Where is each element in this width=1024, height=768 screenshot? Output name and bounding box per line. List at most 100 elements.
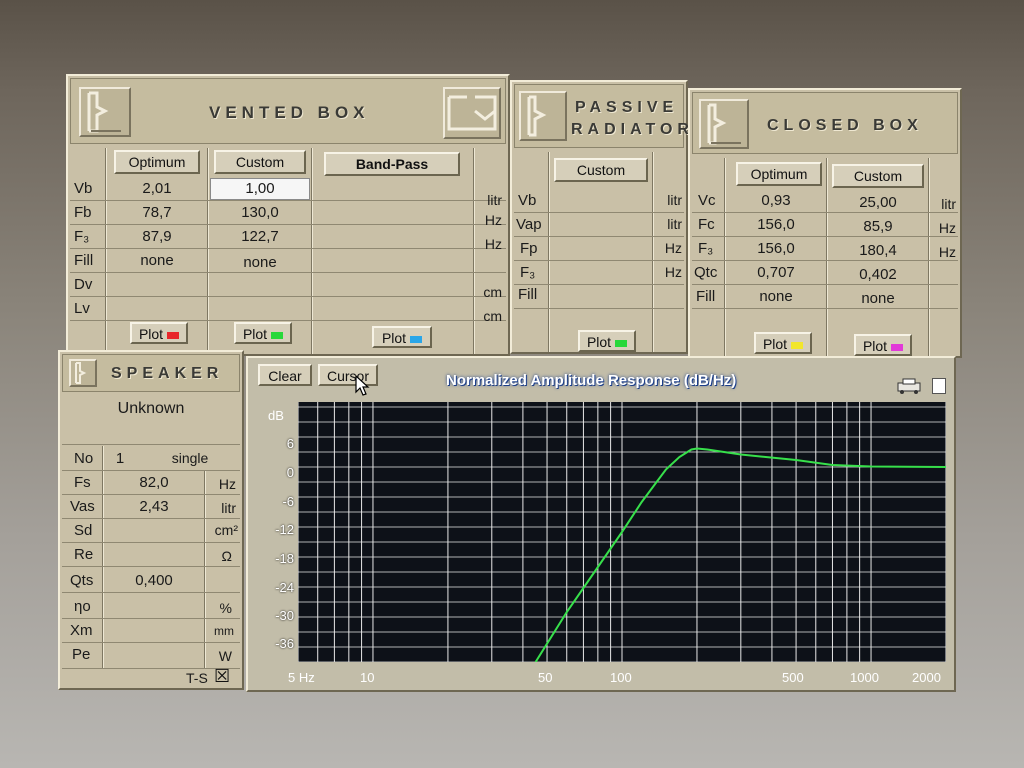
vented-box-title: VENTED BOX (209, 103, 370, 122)
vented-custom-value[interactable]: none (210, 254, 310, 271)
closed-optimum-value: 156,0 (757, 216, 795, 233)
closed-custom-value[interactable]: 180,4 (830, 242, 926, 259)
closed-row-label: Fill (696, 288, 716, 305)
speaker-param-value[interactable]: 2,43 (106, 498, 202, 515)
vented-optimum-value: 2,01 (142, 180, 172, 197)
passive-custom-header-button[interactable]: Custom (554, 158, 648, 182)
speaker-line (62, 592, 240, 593)
vented-bandpass-plot-button[interactable]: Plot (372, 326, 432, 348)
vented-unit: cm (483, 284, 502, 300)
closed-row-label: Vc (698, 192, 716, 209)
passive-custom-plot-button[interactable]: Plot (578, 330, 636, 352)
chart-title: Normalized Amplitude Response (dB/Hz) (446, 372, 737, 389)
speaker-param-value[interactable]: 0,400 (106, 572, 202, 589)
speaker-name[interactable]: Unknown (62, 400, 240, 418)
passive-col-sep (548, 152, 550, 352)
x-tick-label: 2000 (912, 670, 941, 685)
ts-checkbox[interactable]: ☒ (214, 666, 230, 686)
closed-row-label: Qtc (694, 264, 718, 281)
closed-row-line (692, 212, 958, 213)
y-tick-label: -18 (275, 551, 294, 566)
vented-box-titlebar: VENTED BOX (70, 78, 506, 144)
vented-optimum-plot-button[interactable]: Plot (130, 322, 188, 344)
passive-unit: Hz (664, 264, 682, 280)
speaker-param-label: ηo (74, 598, 91, 615)
green-swatch (615, 339, 628, 347)
speaker-param-label: Vas (70, 498, 95, 515)
vented-custom-value[interactable]: 130,0 (210, 204, 310, 221)
vented-row-label: Vb (74, 180, 93, 197)
vented-custom-plot-button[interactable]: Plot (234, 322, 292, 344)
closed-optimum-plot-button[interactable]: Plot (754, 332, 812, 354)
speaker-param-unit: mm (214, 624, 234, 638)
closed-custom-value[interactable]: 0,402 (830, 266, 926, 283)
closed-optimum-value: none (759, 288, 793, 305)
speaker-param-label: Xm (70, 622, 93, 639)
printer-icon[interactable] (894, 378, 924, 399)
closed-unit: Hz (938, 220, 956, 236)
vented-custom-header-button[interactable]: Custom (214, 150, 306, 174)
passive-radiator-title-line1: PASSIVE (575, 99, 679, 116)
speaker-param-value[interactable]: 82,0 (106, 474, 202, 491)
x-tick-label: 500 (782, 670, 804, 685)
vented-custom-value-input[interactable]: 1,00 (210, 178, 310, 200)
plot-area (298, 402, 946, 662)
closed-optimum-header-button[interactable]: Optimum (736, 162, 822, 186)
passive-row-label: Fp (520, 240, 538, 257)
vented-row-label: Fill (74, 252, 94, 269)
passive-row-label: Fill (518, 286, 538, 303)
speaker-col-sep (102, 446, 104, 668)
closed-row-line (692, 284, 958, 285)
speaker-line (62, 618, 240, 619)
vented-box-enclosure-icon (443, 87, 501, 139)
speaker-param-unit: litr (221, 500, 236, 516)
speaker-param-unit: % (219, 600, 232, 616)
x-tick-label: 5 Hz (288, 670, 315, 685)
speaker-logo-icon (69, 359, 97, 387)
speaker-no-value[interactable]: 1 (110, 450, 130, 467)
speaker-line (62, 470, 240, 471)
plot-label: Plot (138, 326, 164, 342)
vented-bandpass-header-button[interactable]: Band-Pass (324, 152, 460, 176)
vented-custom-value[interactable]: 122,7 (210, 228, 310, 245)
closed-row-line (692, 236, 958, 237)
clear-button[interactable]: Clear (258, 364, 312, 386)
vented-unit: Hz (484, 212, 502, 228)
speaker-line (62, 542, 240, 543)
vented-row-line (70, 272, 506, 273)
speaker-titlebar: SPEAKER (62, 354, 240, 392)
magenta-swatch (891, 343, 904, 351)
vented-row-line (70, 200, 506, 201)
plot-label: Plot (586, 334, 612, 350)
passive-radiator-logo-icon (519, 91, 567, 141)
closed-custom-value[interactable]: 85,9 (830, 218, 926, 235)
chart-svg (298, 402, 946, 662)
speaker-line (62, 444, 240, 445)
vented-row-label: Fb (74, 204, 92, 221)
closed-custom-value[interactable]: 25,00 (830, 194, 926, 211)
plot-window: Clear Cursor Normalized Amplitude Respon… (246, 356, 956, 692)
closed-optimum-value: 156,0 (757, 240, 795, 257)
speaker-title: SPEAKER (111, 365, 224, 382)
closed-custom-value[interactable]: none (830, 290, 926, 307)
plot-checkbox[interactable] (932, 378, 946, 394)
passive-row-line (514, 284, 684, 285)
speaker-no-mode[interactable]: single (160, 450, 220, 466)
vented-row-line (70, 296, 506, 297)
plot-label: Plot (381, 330, 407, 346)
speaker-line (62, 518, 240, 519)
passive-unit: litr (667, 216, 682, 232)
plot-label: Plot (762, 336, 788, 352)
y-tick-label: -6 (282, 494, 294, 509)
closed-custom-plot-button[interactable]: Plot (854, 334, 912, 356)
closed-optimum-value: 0,93 (761, 192, 791, 209)
closed-custom-header-button[interactable]: Custom (832, 164, 924, 188)
closed-box-panel: CLOSED BOX Optimum Custom Vc 0,93 25,00 … (688, 88, 962, 358)
red-swatch (167, 331, 180, 339)
vented-row-label: F₃ (74, 228, 90, 245)
passive-radiator-titlebar: PASSIVE RADIATOR (514, 84, 689, 148)
vented-optimum-value: 87,9 (142, 228, 172, 245)
vented-optimum-header-button[interactable]: Optimum (114, 150, 200, 174)
closed-box-titlebar: CLOSED BOX (692, 92, 958, 154)
closed-optimum-value: 0,707 (757, 264, 795, 281)
